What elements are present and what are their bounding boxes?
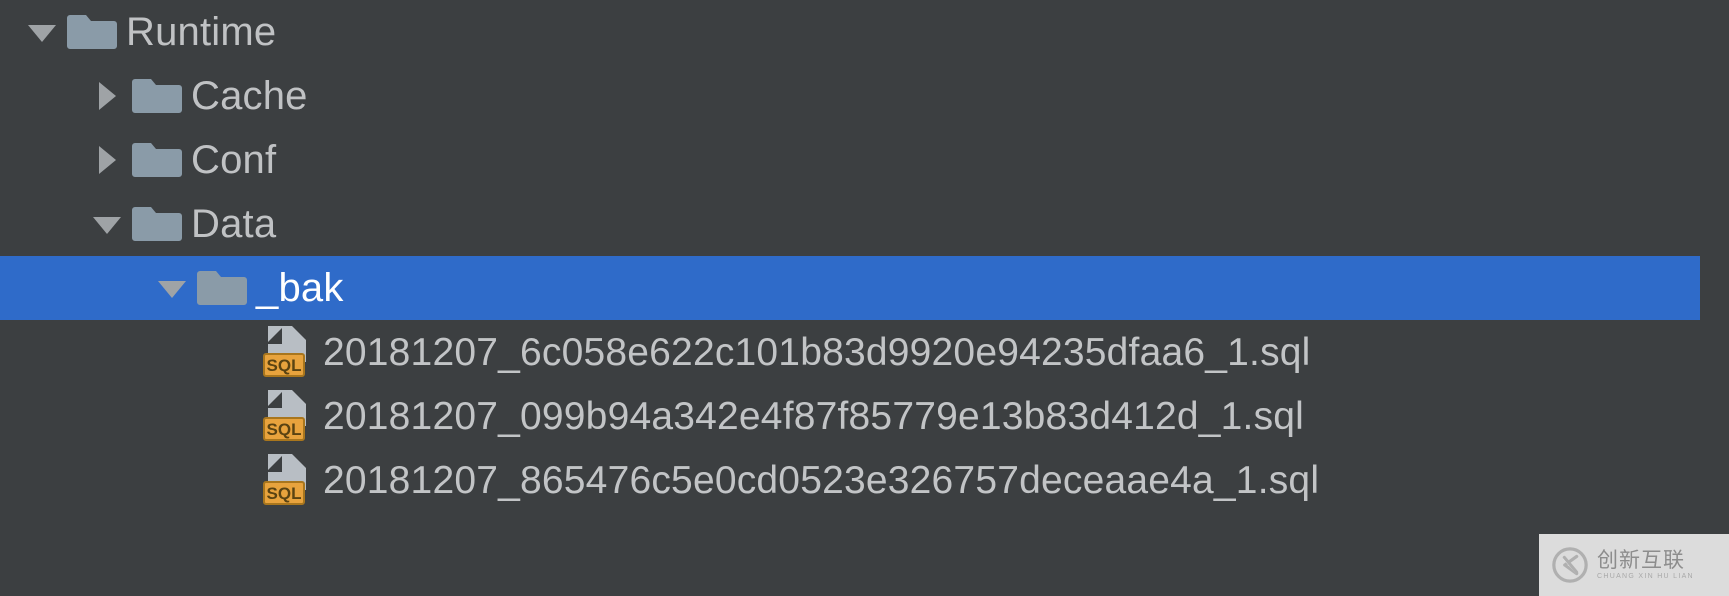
watermark-chinese: 创新互联 — [1597, 548, 1685, 573]
folder-name-label: Cache — [191, 74, 308, 118]
tree-row-folder[interactable]: Runtime — [0, 0, 1729, 64]
file-name-label: 20181207_099b94a342e4f87f85779e13b83d412… — [323, 394, 1305, 438]
tree-row-file[interactable]: SQL 20181207_6c058e622c101b83d9920e94235d… — [0, 320, 1729, 384]
chevron-right-icon[interactable] — [85, 128, 129, 192]
tree-twisty-placeholder — [215, 448, 259, 512]
folder-name-label: _bak — [256, 266, 344, 310]
watermark-text: 创新互联 CHUANG XIN HU LIAN — [1597, 549, 1694, 581]
circle-x-logo-icon — [1552, 547, 1588, 583]
chevron-down-icon[interactable] — [85, 192, 129, 256]
folder-name-label: Conf — [191, 138, 277, 182]
tree-row-folder[interactable]: Conf — [0, 128, 1729, 192]
tree-row-file[interactable]: SQL 20181207_865476c5e0cd0523e326757decea… — [0, 448, 1729, 512]
folder-icon — [129, 192, 185, 256]
folder-name-label: Runtime — [126, 10, 277, 54]
tree-row-folder[interactable]: Cache — [0, 64, 1729, 128]
sql-file-icon: SQL — [259, 384, 317, 448]
chevron-right-icon[interactable] — [85, 64, 129, 128]
site-watermark: 创新互联 CHUANG XIN HU LIAN — [1539, 534, 1729, 596]
tree-row-file[interactable]: SQL 20181207_099b94a342e4f87f85779e13b83d… — [0, 384, 1729, 448]
file-name-label: 20181207_865476c5e0cd0523e326757deceaae4… — [323, 458, 1320, 502]
folder-icon — [194, 256, 250, 320]
chevron-down-icon[interactable] — [20, 0, 64, 64]
folder-icon — [129, 64, 185, 128]
tree-twisty-placeholder — [215, 384, 259, 448]
chevron-down-icon[interactable] — [150, 256, 194, 320]
svg-text:SQL: SQL — [267, 484, 302, 503]
folder-name-label: Data — [191, 202, 277, 246]
sql-file-icon: SQL — [259, 448, 317, 512]
folder-icon — [64, 0, 120, 64]
tree-row-folder[interactable]: _bak — [0, 256, 1729, 320]
svg-text:SQL: SQL — [267, 420, 302, 439]
tree-row-folder[interactable]: Data — [0, 192, 1729, 256]
file-name-label: 20181207_6c058e622c101b83d9920e94235dfaa… — [323, 330, 1311, 374]
project-file-tree[interactable]: Runtime Cache Conf Data _bak SQL 20181207_6c05… — [0, 0, 1729, 596]
folder-icon — [129, 128, 185, 192]
watermark-pinyin: CHUANG XIN HU LIAN — [1597, 573, 1694, 581]
tree-twisty-placeholder — [215, 320, 259, 384]
svg-text:SQL: SQL — [267, 356, 302, 375]
sql-file-icon: SQL — [259, 320, 317, 384]
